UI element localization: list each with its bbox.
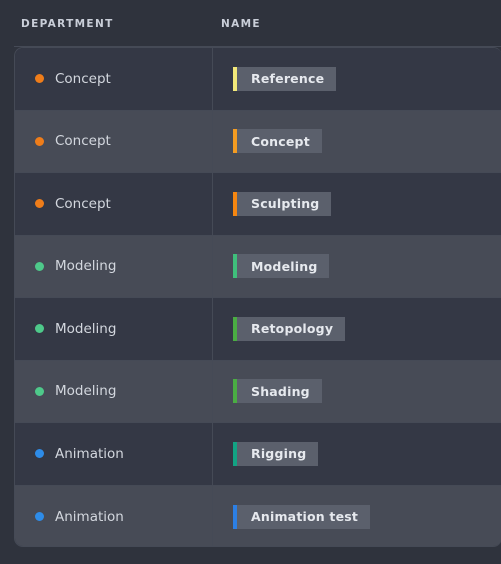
department-status-dot-icon — [35, 199, 44, 209]
cell-department[interactable]: Modeling — [15, 360, 213, 422]
department-label: Animation — [55, 445, 124, 462]
department-status-dot-icon — [35, 136, 44, 146]
department-name-table: DEPARTMENT NAME Concept Reference Concept C… — [0, 0, 501, 564]
name-tag[interactable]: Reference — [233, 66, 337, 91]
cell-name[interactable]: Reference — [213, 48, 501, 110]
cell-name[interactable]: Modeling — [213, 236, 501, 298]
table-row[interactable]: Modeling Modeling — [15, 235, 501, 298]
name-tag-label: Sculpting — [251, 196, 320, 212]
name-tag-label: Shading — [251, 383, 310, 399]
cell-department[interactable]: Modeling — [15, 298, 213, 360]
name-tag-label: Retopology — [251, 321, 334, 337]
cell-department[interactable]: Animation — [15, 485, 213, 546]
cell-name[interactable]: Concept — [213, 111, 501, 173]
cell-department[interactable]: Animation — [15, 423, 213, 485]
table-body: Concept Reference Concept Concept Concept Scu… — [14, 47, 501, 547]
table-header: DEPARTMENT NAME — [0, 0, 501, 47]
name-tag-label: Animation test — [251, 509, 359, 525]
cell-name[interactable]: Retopology — [213, 298, 501, 360]
cell-name[interactable]: Rigging — [213, 423, 501, 485]
department-label: Concept — [55, 133, 111, 150]
table-row[interactable]: Modeling Retopology — [15, 298, 501, 361]
cell-department[interactable]: Concept — [15, 48, 213, 110]
name-tag[interactable]: Modeling — [233, 254, 330, 279]
table-row[interactable]: Concept Sculpting — [15, 173, 501, 236]
name-tag[interactable]: Retopology — [233, 316, 346, 341]
name-tag[interactable]: Concept — [233, 129, 322, 154]
column-header-name[interactable]: NAME — [221, 18, 261, 30]
department-status-dot-icon — [35, 261, 44, 271]
department-label: Modeling — [55, 320, 117, 337]
cell-name[interactable]: Animation test — [213, 486, 501, 547]
table-row[interactable]: Concept Concept — [15, 110, 501, 173]
cell-department[interactable]: Modeling — [15, 235, 213, 297]
table-row[interactable]: Animation Animation test — [15, 485, 501, 547]
name-tag[interactable]: Animation test — [233, 504, 371, 529]
cell-name[interactable]: Shading — [213, 361, 501, 423]
department-label: Modeling — [55, 383, 117, 400]
name-tag[interactable]: Sculpting — [233, 191, 332, 216]
department-status-dot-icon — [35, 386, 44, 396]
department-label: Concept — [55, 70, 111, 87]
department-status-dot-icon — [35, 74, 44, 84]
department-status-dot-icon — [35, 324, 44, 334]
name-tag[interactable]: Shading — [233, 379, 322, 404]
name-tag-label: Modeling — [251, 258, 318, 274]
table-row[interactable]: Concept Reference — [15, 48, 501, 111]
name-tag-label: Rigging — [251, 446, 307, 462]
table-row[interactable]: Animation Rigging — [15, 423, 501, 486]
department-status-dot-icon — [35, 512, 44, 522]
column-header-department[interactable]: DEPARTMENT — [21, 18, 114, 30]
department-label: Concept — [55, 195, 111, 212]
cell-name[interactable]: Sculpting — [213, 173, 501, 235]
name-tag-label: Concept — [251, 133, 310, 149]
name-tag[interactable]: Rigging — [233, 441, 319, 466]
department-label: Modeling — [55, 258, 117, 275]
cell-department[interactable]: Concept — [15, 110, 213, 172]
department-status-dot-icon — [35, 449, 44, 459]
table-row[interactable]: Modeling Shading — [15, 360, 501, 423]
cell-department[interactable]: Concept — [15, 173, 213, 235]
name-tag-label: Reference — [251, 71, 325, 87]
department-label: Animation — [55, 508, 124, 525]
